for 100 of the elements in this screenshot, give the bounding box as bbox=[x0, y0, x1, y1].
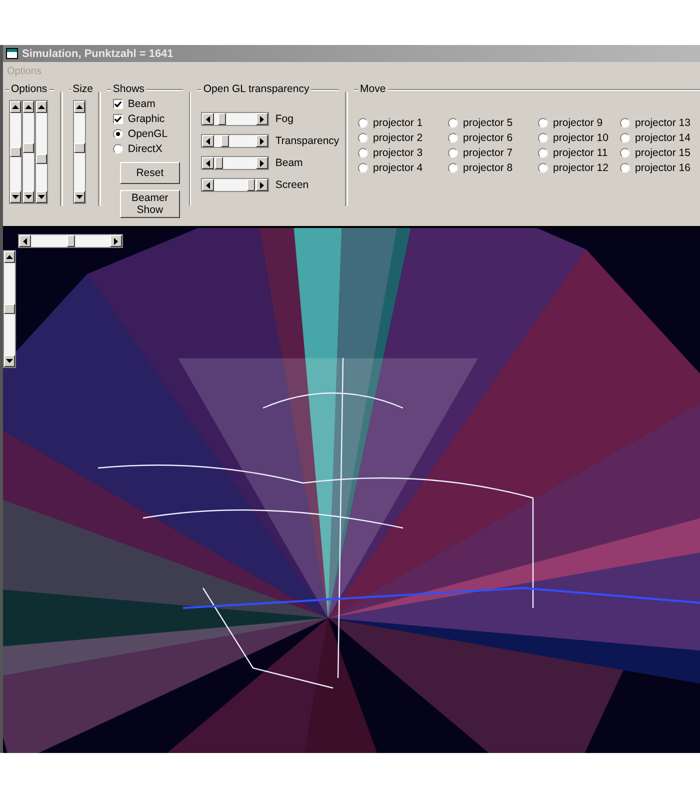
window-icon bbox=[6, 48, 18, 59]
vertical-slider[interactable] bbox=[35, 100, 48, 204]
right-arrow-button[interactable] bbox=[110, 235, 122, 247]
left-arrow-icon bbox=[206, 182, 210, 188]
down-arrow-icon bbox=[6, 359, 13, 363]
radio-button[interactable] bbox=[538, 148, 548, 158]
slider-thumb[interactable] bbox=[215, 157, 224, 169]
radio-button[interactable] bbox=[358, 118, 368, 128]
slider-thumb[interactable] bbox=[10, 147, 21, 157]
scroll-thumb[interactable] bbox=[66, 235, 74, 247]
right-arrow-icon bbox=[260, 182, 264, 188]
up-arrow-button[interactable] bbox=[10, 101, 21, 113]
slider-label: Transparency bbox=[275, 135, 340, 147]
vertical-scrollbar[interactable] bbox=[3, 250, 16, 368]
right-arrow-button[interactable] bbox=[256, 135, 268, 147]
radio-button[interactable] bbox=[448, 163, 458, 173]
slider-thumb[interactable] bbox=[36, 154, 47, 164]
vertical-slider[interactable] bbox=[72, 100, 86, 204]
right-arrow-icon bbox=[260, 116, 264, 122]
group-label: Size bbox=[70, 83, 95, 95]
down-arrow-button[interactable] bbox=[10, 191, 21, 203]
option-label: projector 15 bbox=[635, 147, 690, 159]
left-arrow-button[interactable] bbox=[202, 135, 214, 147]
option-label: projector 11 bbox=[553, 147, 608, 159]
horizontal-scrollbar[interactable] bbox=[18, 234, 123, 248]
horizontal-slider[interactable] bbox=[201, 156, 270, 170]
right-arrow-button[interactable] bbox=[256, 179, 268, 191]
radio-button[interactable] bbox=[358, 148, 368, 158]
vertical-slider[interactable] bbox=[9, 100, 22, 204]
left-arrow-icon bbox=[206, 160, 210, 166]
slider-thumb[interactable] bbox=[218, 113, 226, 125]
down-arrow-icon bbox=[76, 195, 83, 199]
up-arrow-button[interactable] bbox=[23, 101, 34, 113]
checkbox[interactable] bbox=[112, 99, 123, 109]
slider-thumb[interactable] bbox=[221, 135, 230, 147]
left-arrow-button[interactable] bbox=[202, 113, 214, 125]
left-arrow-button[interactable] bbox=[202, 179, 214, 191]
horizontal-slider[interactable] bbox=[201, 112, 270, 126]
up-arrow-button[interactable] bbox=[36, 101, 47, 113]
scroll-thumb[interactable] bbox=[4, 304, 15, 314]
down-arrow-button[interactable] bbox=[74, 191, 85, 203]
left-arrow-icon bbox=[206, 116, 210, 122]
group-label: Open GL transparency bbox=[201, 83, 312, 95]
option-label: Graphic bbox=[128, 113, 165, 125]
radio-button[interactable] bbox=[448, 118, 458, 128]
option-label: projector 8 bbox=[463, 162, 513, 174]
radio-button[interactable] bbox=[538, 118, 548, 128]
option-label: Beam bbox=[128, 98, 156, 110]
option-label: projector 16 bbox=[635, 162, 690, 174]
left-arrow-button[interactable] bbox=[19, 235, 31, 247]
left-arrow-button[interactable] bbox=[202, 157, 214, 169]
horizontal-slider[interactable] bbox=[201, 134, 270, 148]
right-arrow-icon bbox=[260, 160, 264, 166]
radio-button[interactable] bbox=[620, 148, 630, 158]
radio-button[interactable] bbox=[358, 133, 368, 143]
checkbox[interactable] bbox=[112, 114, 123, 124]
option-label: OpenGL bbox=[128, 128, 168, 140]
push-button[interactable]: Reset bbox=[120, 162, 180, 184]
option-label: projector 7 bbox=[463, 147, 513, 159]
right-arrow-button[interactable] bbox=[256, 113, 268, 125]
right-arrow-icon bbox=[114, 238, 118, 244]
up-arrow-button[interactable] bbox=[74, 101, 85, 113]
slider-label: Fog bbox=[275, 113, 294, 125]
up-arrow-button[interactable] bbox=[4, 251, 15, 263]
radio-button[interactable] bbox=[112, 129, 123, 139]
slider-thumb[interactable] bbox=[74, 142, 85, 153]
slider-label: Beam bbox=[275, 157, 303, 169]
group-label: Shows bbox=[110, 83, 146, 95]
push-button[interactable]: Beamer Show bbox=[120, 190, 180, 218]
radio-button[interactable] bbox=[620, 163, 630, 173]
option-label: projector 4 bbox=[373, 162, 423, 174]
group-label: Options bbox=[9, 83, 50, 95]
right-arrow-button[interactable] bbox=[256, 157, 268, 169]
option-label: projector 9 bbox=[553, 117, 603, 129]
option-label: projector 1 bbox=[373, 117, 423, 129]
option-label: projector 3 bbox=[373, 147, 423, 159]
up-arrow-icon bbox=[76, 105, 83, 109]
option-label: projector 14 bbox=[635, 132, 690, 144]
radio-button[interactable] bbox=[620, 133, 630, 143]
radio-button[interactable] bbox=[538, 133, 548, 143]
down-arrow-button[interactable] bbox=[4, 355, 15, 367]
radio-button[interactable] bbox=[112, 144, 123, 154]
radio-button[interactable] bbox=[538, 163, 548, 173]
slider-label: Screen bbox=[275, 179, 309, 191]
down-arrow-button[interactable] bbox=[36, 191, 47, 203]
radio-button[interactable] bbox=[448, 148, 458, 158]
vertical-slider[interactable] bbox=[22, 100, 35, 204]
option-label: projector 13 bbox=[635, 117, 690, 129]
slider-thumb[interactable] bbox=[247, 179, 256, 191]
right-arrow-icon bbox=[260, 138, 264, 144]
option-label: projector 10 bbox=[553, 132, 608, 144]
slider-thumb[interactable] bbox=[23, 142, 34, 153]
radio-button[interactable] bbox=[358, 163, 368, 173]
group-label: Move bbox=[358, 83, 388, 95]
horizontal-slider[interactable] bbox=[201, 178, 270, 192]
radio-button[interactable] bbox=[448, 133, 458, 143]
radio-button[interactable] bbox=[620, 118, 630, 128]
down-arrow-button[interactable] bbox=[23, 191, 34, 203]
left-arrow-icon bbox=[23, 238, 27, 244]
window-title: Simulation, Punktzahl = 1641 bbox=[22, 48, 174, 60]
